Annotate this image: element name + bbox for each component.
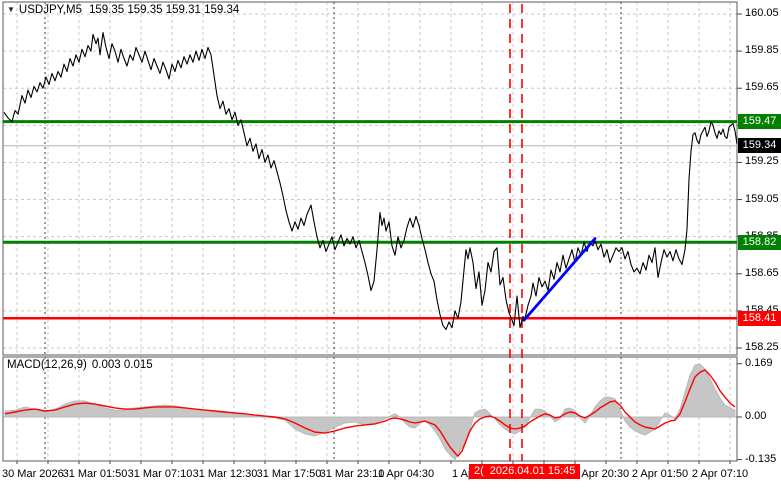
vline-time-tag-partial: 2( — [474, 465, 484, 477]
price-tick-label: 159.05 — [745, 193, 779, 205]
vline-time-tag-text: 2026.04.01 15:45 — [490, 465, 576, 477]
vline-time-tag[interactable]: 2( 2026.04.01 15:45 — [469, 464, 580, 479]
price-line — [4, 33, 737, 330]
price-tick-label: 159.65 — [745, 81, 779, 93]
time-tick-label: 31 Mar 23:10 — [320, 468, 385, 480]
macd-tick-label: 0.169 — [745, 357, 773, 369]
resistance-price-tag[interactable]: 159.47 — [738, 114, 781, 129]
price-tick-label: 159.25 — [745, 155, 779, 167]
time-tick-label: 30 Mar 2026 — [2, 468, 64, 480]
trendline[interactable] — [524, 239, 595, 321]
macd-tick-label: -0.135 — [745, 453, 776, 465]
macd-values: 0.003 0.015 — [92, 359, 153, 371]
macd-pane-border — [3, 357, 737, 461]
price-tick-label: 158.65 — [745, 267, 779, 279]
time-tick-label: 31 Mar 17:50 — [257, 468, 322, 480]
ohlc-quotes: 159.35 159.35 159.31 159.34 — [89, 4, 239, 16]
price-tick-label: 160.05 — [745, 7, 779, 19]
time-tick-label: 1 Apr 20:30 — [573, 468, 629, 480]
current-price-tag: 159.34 — [738, 138, 781, 153]
price-tick-label: 159.85 — [745, 44, 779, 56]
time-tick-label: 1 Apr 04:30 — [378, 468, 434, 480]
time-tick-label: 2 Apr 07:10 — [692, 468, 748, 480]
chart-canvas[interactable] — [0, 0, 781, 489]
macd-name: MACD(12,26,9) — [7, 359, 87, 371]
price-tick-label: 158.25 — [745, 341, 779, 353]
time-tick-label: 31 Mar 12:30 — [193, 468, 258, 480]
time-tick-label: 31 Mar 01:50 — [63, 468, 128, 480]
stop-price-tag[interactable]: 158.41 — [738, 311, 781, 326]
time-tick-label: 31 Mar 07:10 — [128, 468, 193, 480]
chart-window: ▼ USDJPY,M5 159.35 159.35 159.31 159.34 MA… — [0, 0, 781, 489]
chart-title: ▼ USDJPY,M5 159.35 159.35 159.31 159.34 — [7, 4, 239, 16]
symbol-timeframe-label: USDJPY,M5 — [19, 4, 82, 16]
support-price-tag[interactable]: 158.82 — [738, 235, 781, 250]
macd-indicator-label: MACD(12,26,9) 0.003 0.015 — [7, 359, 153, 371]
time-tick-label: 2 Apr 01:50 — [632, 468, 688, 480]
symbol-dropdown-icon[interactable]: ▼ — [7, 5, 15, 14]
main-pane-border — [3, 2, 737, 355]
macd-tick-label: 0.00 — [745, 410, 766, 422]
